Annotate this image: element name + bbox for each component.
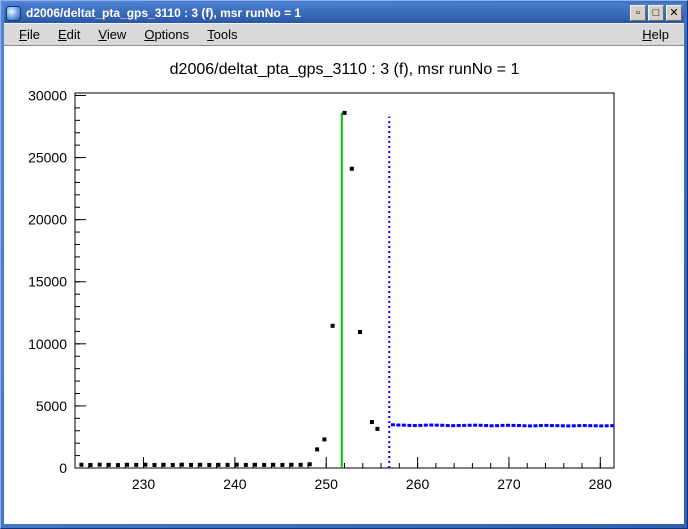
root-logo-icon (6, 6, 21, 21)
y-axis (75, 95, 86, 468)
window-titlebar[interactable]: d2006/deltat_pta_gps_3110 : 3 (f), msr r… (4, 3, 684, 23)
window-title: d2006/deltat_pta_gps_3110 : 3 (f), msr r… (26, 6, 630, 20)
maximize-button[interactable]: □ (648, 5, 664, 21)
x-axis-labels: 230 240 250 260 270 280 (132, 476, 612, 492)
close-button[interactable]: ✕ (666, 5, 682, 21)
window-controls: ▫ □ ✕ (630, 5, 682, 21)
menu-item-view[interactable]: View (89, 25, 135, 44)
menu-item-help[interactable]: Help (633, 25, 678, 44)
histogram-data-points (79, 111, 379, 467)
svg-text:250: 250 (315, 476, 339, 492)
y-axis-labels: 0 5000 10000 15000 20000 25000 30000 (28, 87, 67, 476)
menu-item-options[interactable]: Options (135, 25, 198, 44)
svg-text:280: 280 (589, 476, 613, 492)
menu-bar: File Edit View Options Tools Help (4, 23, 684, 46)
svg-text:240: 240 (223, 476, 247, 492)
menu-item-file[interactable]: File (10, 25, 49, 44)
minimize-button[interactable]: ▫ (630, 5, 646, 21)
svg-text:0: 0 (59, 460, 67, 476)
svg-text:230: 230 (132, 476, 156, 492)
svg-text:20000: 20000 (28, 212, 67, 228)
histogram-plot[interactable]: d2006/deltat_pta_gps_3110 : 3 (f), msr r… (4, 46, 684, 524)
svg-text:270: 270 (497, 476, 521, 492)
menu-item-tools[interactable]: Tools (198, 25, 246, 44)
close-icon: ✕ (669, 8, 678, 19)
root-canvas-window: d2006/deltat_pta_gps_3110 : 3 (f), msr r… (0, 0, 688, 529)
theory-fit-points (391, 423, 614, 427)
svg-text:30000: 30000 (28, 87, 67, 103)
maximize-icon: □ (653, 8, 660, 19)
svg-text:25000: 25000 (28, 150, 67, 166)
svg-text:260: 260 (406, 476, 430, 492)
svg-text:15000: 15000 (28, 274, 67, 290)
plot-frame (75, 93, 614, 468)
svg-text:5000: 5000 (36, 398, 67, 414)
menu-item-edit[interactable]: Edit (49, 25, 89, 44)
plot-title: d2006/deltat_pta_gps_3110 : 3 (f), msr r… (170, 61, 520, 78)
svg-text:10000: 10000 (28, 336, 67, 352)
minimize-icon: ▫ (636, 8, 640, 19)
canvas-area: d2006/deltat_pta_gps_3110 : 3 (f), msr r… (4, 46, 684, 524)
